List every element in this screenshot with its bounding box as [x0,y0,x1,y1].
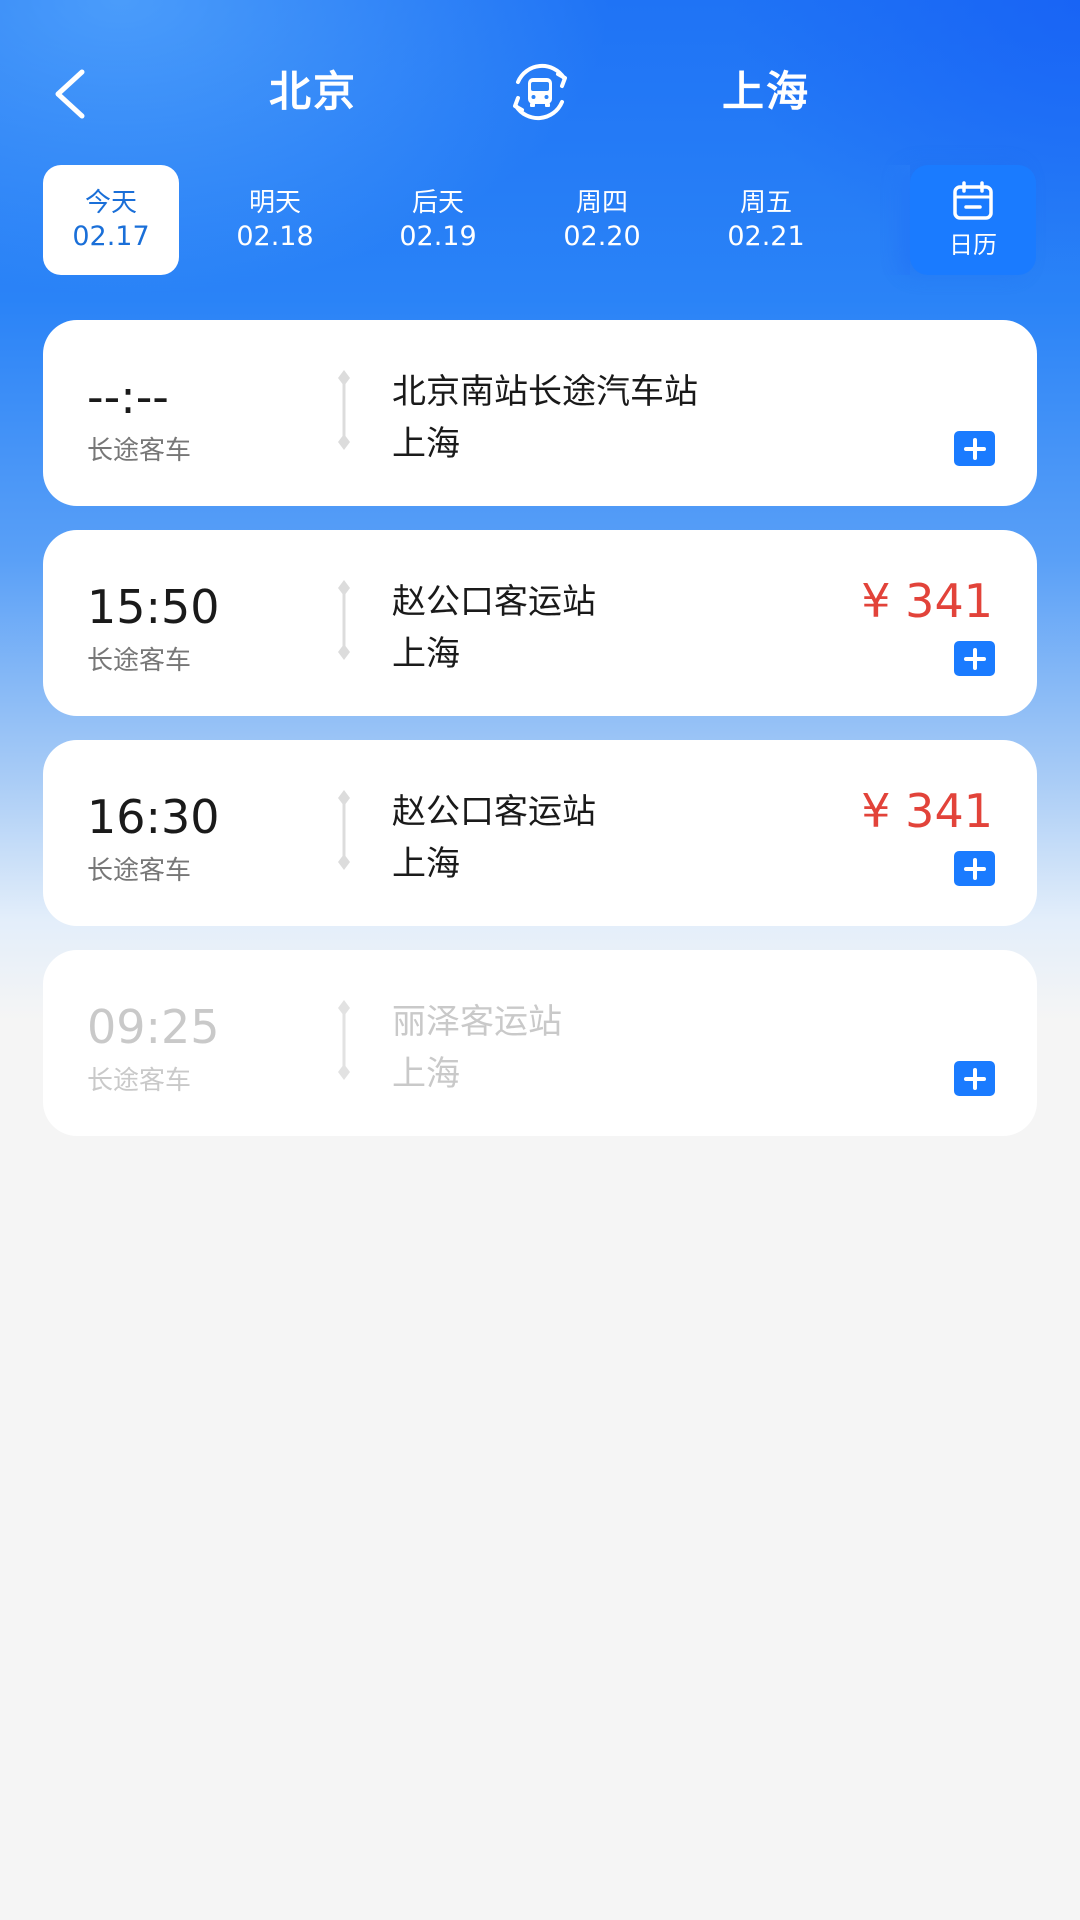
origin-station: 丽泽客运站 [392,1002,562,1042]
back-button[interactable] [40,64,100,124]
ticket-card-disabled[interactable]: 09:25 长途客车 丽泽客运站 上海 [43,950,1037,1136]
vehicle-type: 长途客车 [87,856,192,886]
calendar-icon [953,180,993,220]
vehicle-type: 长途客车 [87,646,192,676]
date-tab-day: 明天 [248,188,301,218]
plus-icon [963,1067,986,1090]
add-button[interactable] [954,851,995,886]
origin-station: 赵公口客运站 [392,582,596,622]
route-header: 北京 上海 [0,40,1080,140]
bus-swap-icon [513,63,567,121]
date-tab-tomorrow[interactable]: 明天 02.18 [207,165,343,275]
date-tab-friday[interactable]: 周五 02.21 [698,165,834,275]
route-line-icon [338,790,350,870]
date-tab-day: 后天 [411,188,464,218]
date-tab-date: 02.21 [727,221,805,252]
date-tab-thursday[interactable]: 周四 02.20 [534,165,670,275]
route-line-icon [338,370,350,450]
ticket-price: ¥ 341 [861,784,993,838]
date-tab-day-after[interactable]: 后天 02.19 [370,165,506,275]
departure-time: 09:25 [87,1000,220,1054]
departure-city[interactable]: 北京 [203,58,423,119]
vehicle-type: 长途客车 [87,1066,192,1096]
vehicle-type: 长途客车 [87,436,192,466]
date-tab-day: 周四 [575,188,628,218]
destination: 上海 [392,1054,460,1094]
departure-time: 15:50 [87,580,220,634]
date-selector: 今天 02.17 明天 02.18 后天 02.19 周四 02.20 周五 0… [0,165,1080,277]
destination: 上海 [392,424,460,464]
route-line-icon [338,580,350,660]
add-button[interactable] [954,641,995,676]
plus-icon [963,437,986,460]
destination: 上海 [392,844,460,884]
calendar-button[interactable]: 日历 [910,165,1036,275]
add-button[interactable] [954,1061,995,1096]
origin-station: 北京南站长途汽车站 [392,372,698,412]
route-line-icon [338,1000,350,1080]
date-scroll-fade [880,165,910,275]
date-tab-day: 今天 [84,188,137,218]
plus-icon [963,647,986,670]
ticket-card[interactable]: 16:30 长途客车 赵公口客运站 上海 ¥ 341 [43,740,1037,926]
ticket-card[interactable]: --:-- 长途客车 北京南站长途汽车站 上海 [43,320,1037,506]
date-tab-date: 02.17 [72,221,150,252]
add-button[interactable] [954,431,995,466]
swap-route-button[interactable] [498,50,582,134]
plus-icon [963,857,986,880]
ticket-card[interactable]: 15:50 长途客车 赵公口客运站 上海 ¥ 341 [43,530,1037,716]
date-tab-day: 周五 [739,188,792,218]
origin-station: 赵公口客运站 [392,792,596,832]
date-tab-date: 02.20 [563,221,641,252]
departure-time: 16:30 [87,790,220,844]
date-tab-date: 02.18 [236,221,314,252]
date-tab-date: 02.19 [399,221,477,252]
calendar-label: 日历 [949,230,997,259]
ticket-price: ¥ 341 [861,574,993,628]
departure-time: --:-- [87,370,169,424]
arrival-city[interactable]: 上海 [656,58,876,119]
destination: 上海 [392,634,460,674]
date-tab-today[interactable]: 今天 02.17 [43,165,179,275]
chevron-left-icon [55,69,85,119]
